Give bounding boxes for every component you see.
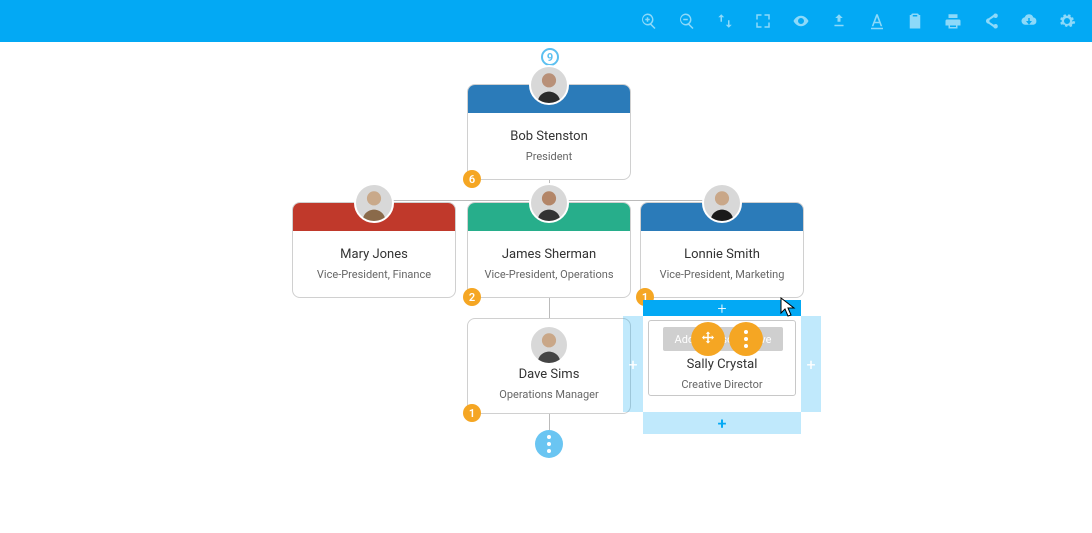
- plus-icon: +: [806, 355, 815, 374]
- node-name: Dave Sims: [468, 367, 630, 382]
- settings-icon[interactable]: [1057, 11, 1077, 31]
- text-style-icon[interactable]: [867, 11, 887, 31]
- node-title: Operations Manager: [468, 388, 630, 401]
- node-title: Vice-President, Operations: [468, 268, 630, 281]
- zoom-in-icon[interactable]: [639, 11, 659, 31]
- add-left-handle[interactable]: +: [623, 316, 643, 412]
- zoom-out-icon[interactable]: [677, 11, 697, 31]
- plus-icon: +: [628, 355, 637, 374]
- root-count-badge: 9: [541, 48, 559, 66]
- plus-icon: +: [717, 299, 726, 318]
- visibility-icon[interactable]: [791, 11, 811, 31]
- node-title: President: [468, 150, 630, 163]
- node-president[interactable]: Bob Stenston President: [467, 84, 631, 180]
- node-vp-marketing[interactable]: Lonnie Smith Vice-President, Marketing: [640, 202, 804, 298]
- node-menu-button[interactable]: [729, 322, 763, 356]
- swap-icon[interactable]: [715, 11, 735, 31]
- avatar: [529, 183, 569, 223]
- clipboard-icon[interactable]: [905, 11, 925, 31]
- cloud-download-icon[interactable]: [1019, 11, 1039, 31]
- cloud-upload-icon[interactable]: [829, 11, 849, 31]
- fullscreen-icon[interactable]: [753, 11, 773, 31]
- node-title: Vice-President, Finance: [293, 268, 455, 281]
- node-ops-manager[interactable]: Dave Sims Operations Manager: [467, 318, 631, 414]
- add-below-handle[interactable]: +: [643, 412, 801, 434]
- avatar: [529, 65, 569, 105]
- toolbar: [0, 0, 1092, 42]
- node-name: Lonnie Smith: [641, 247, 803, 262]
- node-title: Vice-President, Marketing: [641, 268, 803, 281]
- node-name: Mary Jones: [293, 247, 455, 262]
- node-vp-finance[interactable]: Mary Jones Vice-President, Finance: [292, 202, 456, 298]
- share-icon[interactable]: [981, 11, 1001, 31]
- expand-children-button[interactable]: [535, 430, 563, 458]
- avatar: [529, 325, 569, 365]
- print-icon[interactable]: [943, 11, 963, 31]
- add-above-handle[interactable]: +: [643, 300, 801, 316]
- add-right-handle[interactable]: +: [801, 316, 821, 412]
- org-chart-canvas[interactable]: 9 Bob Stenston President 6 Mary Jones Vi…: [0, 42, 1092, 533]
- avatar: [702, 183, 742, 223]
- node-vp-operations[interactable]: James Sherman Vice-President, Operations: [467, 202, 631, 298]
- child-count-badge: 1: [463, 404, 481, 422]
- node-title: Creative Director: [649, 378, 795, 391]
- child-count-badge: 6: [463, 170, 481, 188]
- avatar: [354, 183, 394, 223]
- node-name: James Sherman: [468, 247, 630, 262]
- move-node-button[interactable]: [691, 322, 725, 356]
- node-name: Sally Crystal: [649, 357, 795, 372]
- node-name: Bob Stenston: [468, 129, 630, 144]
- child-count-badge: 2: [463, 288, 481, 306]
- plus-icon: +: [718, 414, 727, 433]
